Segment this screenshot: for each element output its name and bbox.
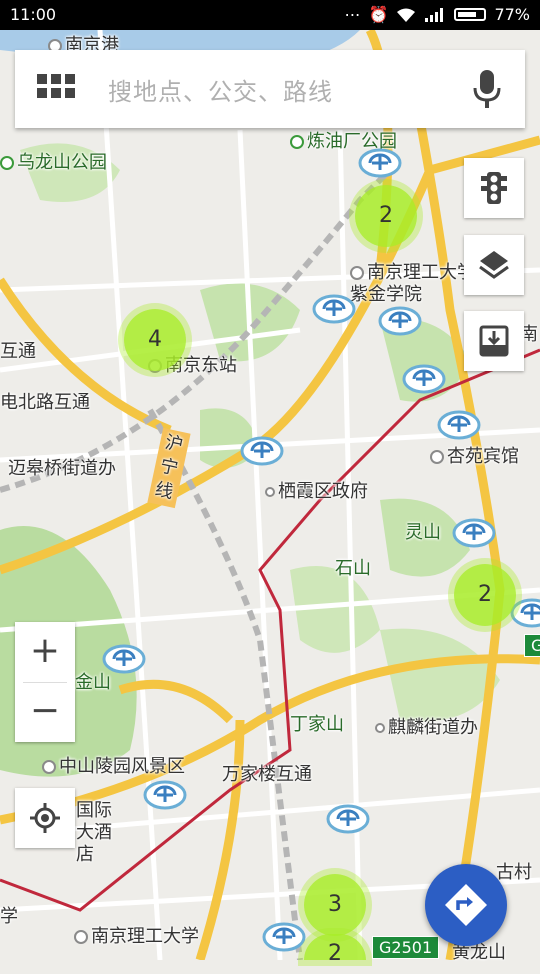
cluster-marker[interactable]: 2	[355, 185, 417, 247]
battery-percent: 77%	[494, 5, 530, 24]
bank-marker-icon[interactable]	[437, 410, 481, 440]
locate-button[interactable]	[15, 788, 75, 848]
cluster-marker[interactable]: 4	[124, 309, 186, 371]
map-label-mountain: 石山	[335, 558, 371, 579]
bank-marker-icon[interactable]	[402, 364, 446, 394]
map-label-hotel[interactable]: 杏苑宾馆	[430, 442, 519, 468]
bank-marker-icon[interactable]	[326, 804, 370, 834]
download-box-icon	[479, 325, 509, 357]
map-label-park[interactable]: 乌龙山公园	[0, 148, 107, 174]
traffic-button[interactable]	[464, 158, 524, 218]
map-label-hotel[interactable]: 国际大酒店	[76, 800, 126, 866]
offline-map-button[interactable]	[464, 311, 524, 371]
map-label-college[interactable]: 南京理工大学紫金学院	[350, 262, 475, 306]
locate-icon	[30, 803, 60, 833]
status-time: 11:00	[10, 5, 57, 24]
map-label-district[interactable]: 麒麟街道办	[375, 713, 478, 739]
cluster-marker[interactable]: 2	[454, 564, 516, 626]
zoom-control: + −	[15, 622, 75, 742]
battery-icon	[454, 8, 487, 21]
map-label-district: 迈皋桥街道办	[8, 458, 116, 479]
mic-icon[interactable]	[471, 68, 503, 110]
alarm-icon: ⏰	[368, 5, 389, 24]
directions-icon	[445, 884, 487, 926]
traffic-light-icon	[481, 172, 507, 204]
zoom-out-button[interactable]: −	[15, 682, 75, 742]
bank-marker-icon[interactable]	[358, 148, 402, 178]
grid-apps-icon[interactable]	[37, 74, 77, 104]
map-label-mountain: 灵山	[405, 522, 441, 543]
signal-icon	[425, 7, 444, 22]
bank-marker-icon[interactable]	[240, 436, 284, 466]
highway-shield: G	[524, 634, 540, 657]
map-view[interactable]: 南京港 乌龙山公园 炼油厂公园 南京理工大学紫金学院 南京东站 沪宁线 互通 电…	[0, 27, 540, 966]
bank-marker-icon[interactable]	[378, 306, 422, 336]
bank-marker-icon[interactable]	[262, 922, 306, 952]
zoom-in-button[interactable]: +	[15, 622, 75, 682]
map-label-scenic[interactable]: 中山陵园风景区	[42, 752, 185, 778]
map-label-interchange: 万家楼互通	[222, 764, 312, 785]
map-label-interchange: 互通	[0, 341, 36, 362]
bank-marker-icon[interactable]	[452, 518, 496, 548]
map-label-interchange: 电北路互通	[0, 392, 90, 413]
map-label-fragment: 学	[0, 906, 18, 927]
map-label-university[interactable]: 南京理工大学	[74, 922, 199, 948]
status-bar: 11:00 ⋯ ⏰ 77%	[0, 0, 540, 30]
cluster-marker[interactable]: 3	[304, 874, 366, 936]
bank-marker-icon[interactable]	[312, 294, 356, 324]
directions-button[interactable]	[425, 864, 507, 946]
wifi-icon	[397, 8, 416, 22]
layers-icon	[479, 251, 509, 279]
bank-marker-icon[interactable]	[143, 780, 187, 810]
search-input[interactable]: 搜地点、公交、路线	[108, 72, 333, 107]
map-label-gov[interactable]: 栖霞区政府	[265, 477, 368, 503]
status-icons: ⋯ ⏰ 77%	[345, 5, 530, 24]
map-label-mountain: 丁家山	[290, 714, 344, 735]
more-icon: ⋯	[344, 5, 361, 24]
bank-marker-icon[interactable]	[102, 644, 146, 674]
search-bar[interactable]: 搜地点、公交、路线	[15, 50, 525, 128]
layers-button[interactable]	[464, 235, 524, 295]
